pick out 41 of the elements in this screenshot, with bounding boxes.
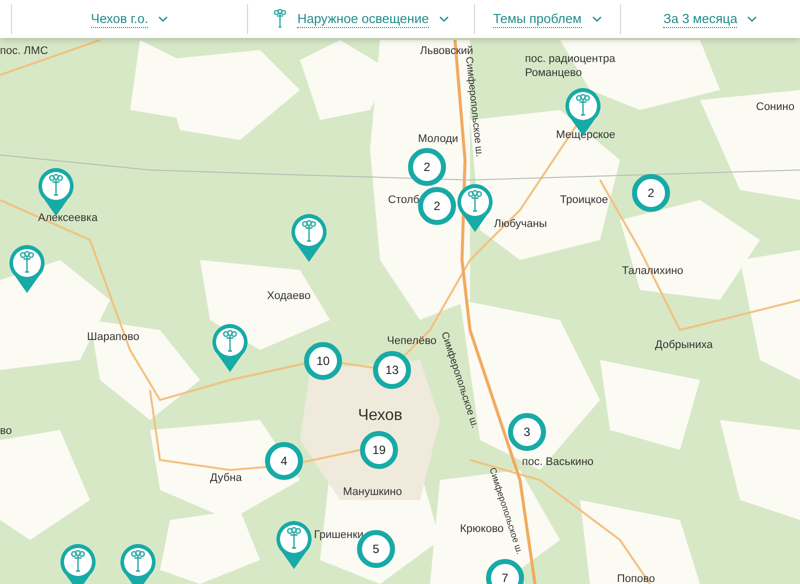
map-pin[interactable] bbox=[275, 520, 313, 570]
filter-dropdown[interactable]: Темы проблем bbox=[493, 10, 602, 28]
place-label: Ходаево bbox=[267, 289, 311, 304]
map-pin[interactable] bbox=[211, 323, 249, 373]
map-pin[interactable] bbox=[8, 244, 46, 294]
chevron-down-icon bbox=[158, 16, 168, 22]
street-lamp-icon bbox=[70, 550, 86, 574]
map-pin[interactable] bbox=[119, 543, 157, 584]
street-lamp-icon bbox=[575, 94, 591, 118]
map-pin[interactable] bbox=[59, 543, 97, 584]
place-label: Троицкое bbox=[560, 193, 608, 208]
place-label: во bbox=[0, 424, 12, 439]
street-lamp-icon bbox=[467, 190, 483, 214]
filter-dropdown[interactable]: Чехов г.о. bbox=[90, 10, 168, 28]
place-label: Столб bbox=[388, 193, 420, 208]
place-label: пос. Васькино bbox=[522, 455, 594, 470]
street-lamp-icon bbox=[222, 330, 238, 354]
place-label: Дубна bbox=[210, 471, 242, 486]
filter-dropdown[interactable]: Наружное освещение bbox=[273, 9, 449, 29]
place-label: Добрыниха bbox=[655, 338, 713, 353]
map-pin[interactable] bbox=[290, 213, 328, 263]
place-label: Молоди bbox=[418, 132, 458, 147]
chevron-down-icon bbox=[592, 16, 602, 22]
street-lamp-icon bbox=[301, 220, 317, 244]
street-lamp-icon bbox=[286, 527, 302, 551]
place-label: Алексеевка bbox=[38, 211, 98, 226]
map-pin[interactable] bbox=[456, 183, 494, 233]
street-lamp-icon bbox=[19, 251, 35, 275]
chevron-down-icon bbox=[438, 16, 449, 22]
street-lamp-icon bbox=[48, 174, 64, 198]
place-label: Манушкино bbox=[343, 485, 402, 500]
place-label: Сонино bbox=[756, 100, 794, 115]
chevron-down-icon bbox=[747, 16, 758, 22]
place-label: Чехов bbox=[358, 406, 402, 426]
filter-dropdown[interactable]: За 3 месяца bbox=[663, 10, 758, 28]
place-label: пос. радиоцентра Романцево bbox=[525, 52, 616, 80]
place-label: пос. ЛМС bbox=[0, 44, 48, 59]
street-lamp-icon bbox=[130, 550, 146, 574]
road-label: Симферопольское ш. bbox=[462, 56, 486, 158]
place-label: Мещерское bbox=[556, 128, 616, 143]
place-label: Чепелёво bbox=[387, 334, 437, 349]
